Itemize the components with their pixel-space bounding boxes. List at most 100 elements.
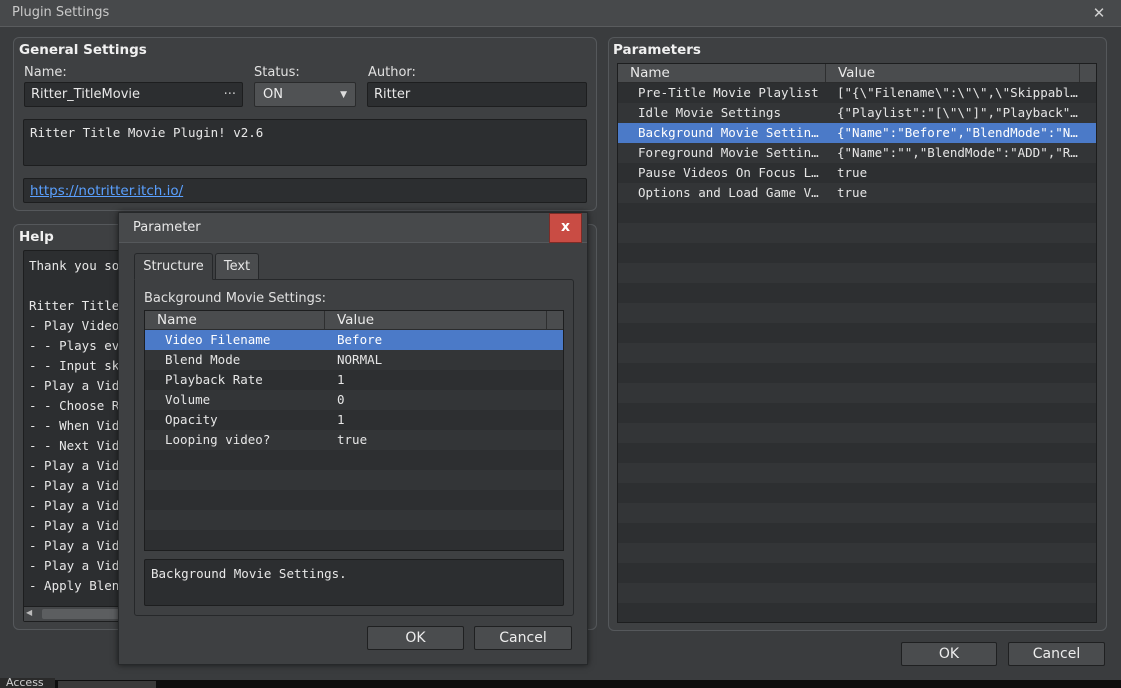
row-name: Looping video? — [165, 432, 271, 447]
row-name: Volume — [165, 392, 211, 407]
name-value: Ritter_TitleMovie — [31, 87, 141, 102]
row-value: 1 — [337, 412, 345, 427]
table-row — [618, 483, 1096, 503]
table-row[interactable]: Pre-Title Movie Playlist ["{\"Filename\":… — [618, 83, 1096, 103]
table-row — [618, 263, 1096, 283]
row-name: Opacity — [165, 412, 218, 427]
section-label: Background Movie Settings: — [144, 291, 326, 306]
table-row — [618, 403, 1096, 423]
column-header-value[interactable]: Value — [826, 64, 1080, 82]
table-row — [618, 463, 1096, 483]
table-row — [618, 323, 1096, 343]
table-row — [618, 343, 1096, 363]
column-header-name[interactable]: Name — [618, 64, 826, 82]
status-select[interactable]: ON ▼ — [254, 82, 356, 107]
parameters-table-header: Name Value — [618, 64, 1096, 83]
table-row — [618, 443, 1096, 463]
row-value: ["{\"Filename\":\"\",\"Skippable\"… — [837, 85, 1085, 100]
table-row[interactable]: Background Movie Settings {"Name":"Before… — [618, 123, 1096, 143]
general-settings-title: General Settings — [19, 42, 147, 58]
table-row[interactable]: Idle Movie Settings {"Playlist":"[\"\"]",… — [618, 103, 1096, 123]
parameter-dialog: Parameter x Structure Text Background Mo… — [118, 212, 588, 665]
dialog-close-icon[interactable]: x — [549, 213, 582, 243]
row-value: true — [837, 165, 868, 180]
chevron-down-icon: ▼ — [340, 89, 347, 100]
structure-table: Name Value Video Filename Before Blend Mod… — [144, 310, 564, 551]
parameters-title: Parameters — [613, 42, 701, 58]
name-field[interactable]: Ritter_TitleMovie ··· — [24, 82, 243, 107]
dialog-title: Parameter — [133, 220, 201, 235]
row-name: Options and Load Game Vi… — [638, 185, 825, 200]
row-value: {"Name":"Before","BlendMode":"NO… — [837, 125, 1085, 140]
row-value: {"Playlist":"[\"\"]","Playback":… — [837, 105, 1085, 120]
table-row — [618, 603, 1096, 622]
row-name: Foreground Movie Settings — [638, 145, 825, 160]
table-row — [145, 490, 563, 510]
table-row[interactable]: Opacity 1 — [145, 410, 563, 430]
row-value: 1 — [337, 372, 345, 387]
table-row[interactable]: Options and Load Game Vi… true — [618, 183, 1096, 203]
table-row — [618, 583, 1096, 603]
ok-button[interactable]: OK — [901, 642, 997, 666]
parameters-table: Name Value Pre-Title Movie Playlist ["{\"… — [617, 63, 1097, 623]
taskbar: Access — [0, 678, 1121, 688]
table-row — [618, 363, 1096, 383]
row-name: Video Filename — [165, 332, 271, 347]
author-label: Author: — [368, 65, 416, 80]
table-row[interactable]: Blend Mode NORMAL — [145, 350, 563, 370]
table-row — [618, 563, 1096, 583]
tab-structure[interactable]: Structure — [134, 253, 213, 280]
row-name: Pause Videos On Focus Lost — [638, 165, 825, 180]
taskbar-access[interactable]: Access — [0, 678, 55, 688]
window-close-icon[interactable]: ✕ — [1083, 1, 1115, 25]
row-name: Idle Movie Settings — [638, 105, 781, 120]
table-row[interactable]: Pause Videos On Focus Lost true — [618, 163, 1096, 183]
table-row — [618, 503, 1096, 523]
table-row — [145, 530, 563, 550]
scroll-left-icon[interactable]: ◀ — [26, 608, 32, 617]
row-value: NORMAL — [337, 352, 383, 367]
row-name: Playback Rate — [165, 372, 263, 387]
name-browse-button[interactable]: ··· — [224, 87, 236, 102]
taskbar-slot[interactable] — [58, 681, 156, 688]
scrollbar-thumb[interactable] — [42, 609, 130, 619]
description-field[interactable]: Ritter Title Movie Plugin! v2.6 — [23, 119, 587, 166]
row-name: Pre-Title Movie Playlist — [638, 85, 819, 100]
row-value: {"Name":"","BlendMode":"ADD","Ra… — [837, 145, 1085, 160]
row-value: Before — [337, 332, 383, 347]
url-field[interactable]: https://notritter.itch.io/ — [23, 178, 587, 203]
cancel-button[interactable]: Cancel — [1008, 642, 1105, 666]
structure-header-value[interactable]: Value — [325, 311, 547, 329]
table-row[interactable]: Looping video? true — [145, 430, 563, 450]
row-value: 0 — [337, 392, 345, 407]
structure-header-name[interactable]: Name — [145, 311, 325, 329]
structure-description-text: Background Movie Settings. — [151, 566, 347, 581]
row-name: Background Movie Settings — [638, 125, 825, 140]
table-row — [618, 283, 1096, 303]
plugin-link[interactable]: https://notritter.itch.io/ — [30, 183, 183, 199]
table-row — [145, 450, 563, 470]
table-row — [618, 523, 1096, 543]
table-row[interactable]: Foreground Movie Settings {"Name":"","Ble… — [618, 143, 1096, 163]
status-label: Status: — [254, 65, 300, 80]
table-row — [145, 510, 563, 530]
author-field[interactable]: Ritter — [367, 82, 587, 107]
table-row[interactable]: Volume 0 — [145, 390, 563, 410]
structure-rows: Video Filename Before Blend Mode NORMAL Play… — [145, 330, 563, 550]
table-row[interactable]: Video Filename Before — [145, 330, 563, 350]
table-row — [618, 303, 1096, 323]
table-row — [145, 470, 563, 490]
name-label: Name: — [24, 65, 67, 80]
row-name: Blend Mode — [165, 352, 241, 367]
table-row — [618, 223, 1096, 243]
table-row — [618, 543, 1096, 563]
structure-table-header: Name Value — [145, 311, 563, 330]
dialog-ok-button[interactable]: OK — [367, 626, 464, 650]
table-row — [618, 243, 1096, 263]
row-value: true — [837, 185, 868, 200]
tab-text[interactable]: Text — [215, 253, 259, 279]
structure-description: Background Movie Settings. — [144, 559, 564, 606]
window-titlebar — [0, 0, 1121, 27]
table-row[interactable]: Playback Rate 1 — [145, 370, 563, 390]
dialog-cancel-button[interactable]: Cancel — [474, 626, 572, 650]
